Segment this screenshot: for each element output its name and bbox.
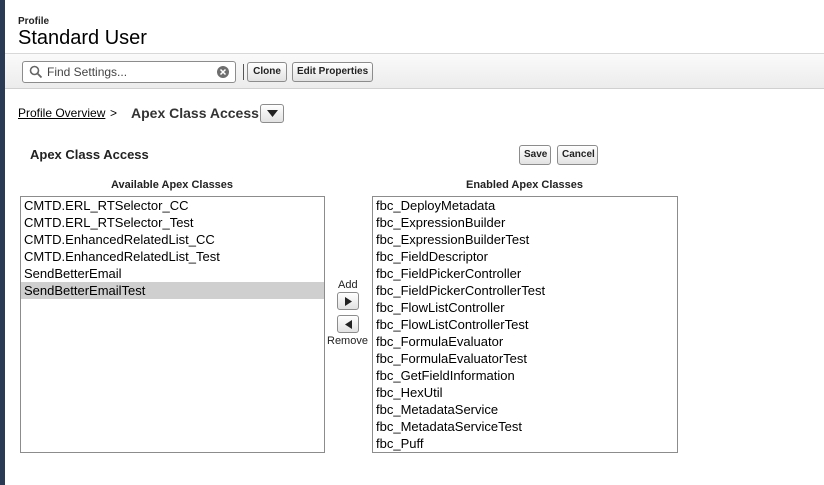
available-classes-list[interactable]: CMTD.ERL_RTSelector_CC CMTD.ERL_RTSelecto… (20, 196, 325, 453)
list-item[interactable]: CMTD.ERL_RTSelector_Test (21, 214, 324, 231)
list-item[interactable]: CMTD.ERL_RTSelector_CC (21, 197, 324, 214)
list-item[interactable]: fbc_DeployMetadata (373, 197, 677, 214)
list-item[interactable]: CMTD.EnhancedRelatedList_CC (21, 231, 324, 248)
breadcrumb-profile-overview[interactable]: Profile Overview (18, 106, 105, 120)
breadcrumb-separator: > (110, 106, 118, 120)
list-item[interactable]: fbc_MetadataService (373, 401, 677, 418)
arrow-left-icon (345, 320, 352, 329)
available-header: Available Apex Classes (110, 179, 234, 191)
toolbar: Clone Edit Properties (5, 53, 824, 89)
page-title: Standard User (18, 27, 147, 49)
save-button[interactable]: Save (519, 145, 551, 165)
list-item[interactable]: fbc_MetadataServiceTest (373, 418, 677, 435)
list-item[interactable]: CMTD.EnhancedRelatedList_Test (21, 248, 324, 265)
breadcrumb-current: Apex Class Access (131, 105, 259, 121)
section-title: Apex Class Access (30, 147, 149, 162)
search-box[interactable] (22, 61, 236, 83)
chevron-down-icon (267, 110, 278, 117)
cancel-button[interactable]: Cancel (557, 145, 598, 165)
clear-icon[interactable] (216, 65, 230, 79)
list-item[interactable]: fbc_ExpressionBuilderTest (373, 231, 677, 248)
list-item[interactable]: fbc_FieldPickerController (373, 265, 677, 282)
page-subtitle: Profile (18, 16, 50, 27)
remove-button[interactable] (337, 315, 359, 333)
list-item[interactable]: fbc_FieldDescriptor (373, 248, 677, 265)
arrow-right-icon (345, 297, 352, 306)
page-header: Profile Standard User (5, 0, 824, 52)
toolbar-divider (243, 64, 244, 80)
edit-properties-button[interactable]: Edit Properties (292, 62, 373, 82)
enabled-classes-list[interactable]: fbc_DeployMetadata fbc_ExpressionBuilder f… (372, 196, 678, 453)
list-item[interactable]: fbc_HexUtil (373, 384, 677, 401)
search-icon (29, 65, 43, 79)
list-item[interactable]: SendBetterEmailTest (21, 282, 324, 299)
add-button[interactable] (337, 292, 359, 310)
list-item[interactable]: fbc_FlowListControllerTest (373, 316, 677, 333)
remove-label: Remove (327, 335, 368, 347)
list-item[interactable]: fbc_GetFieldInformation (373, 367, 677, 384)
list-item[interactable]: fbc_FieldPickerControllerTest (373, 282, 677, 299)
breadcrumb-dropdown[interactable] (260, 104, 284, 123)
list-item[interactable]: fbc_FlowListController (373, 299, 677, 316)
list-item[interactable]: fbc_ExpressionBuilder (373, 214, 677, 231)
clone-button[interactable]: Clone (247, 62, 287, 82)
enabled-header: Enabled Apex Classes (466, 179, 583, 191)
list-item[interactable]: SendBetterEmail (21, 265, 324, 282)
add-label: Add (338, 279, 358, 291)
list-item[interactable]: fbc_Puff (373, 435, 677, 452)
search-input[interactable] (47, 64, 207, 80)
list-item[interactable]: fbc_FormulaEvaluator (373, 333, 677, 350)
list-item[interactable]: fbc_FormulaEvaluatorTest (373, 350, 677, 367)
